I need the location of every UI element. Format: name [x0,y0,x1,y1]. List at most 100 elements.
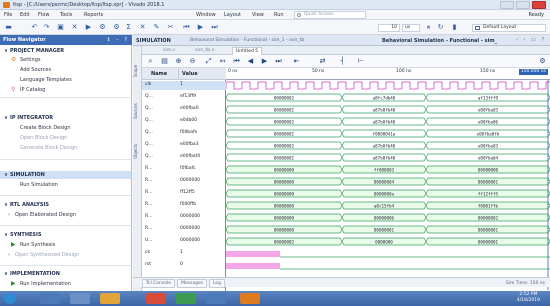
tab-scope[interactable]: Scope [133,56,142,86]
signal-row[interactable]: R... f000ffb [142,201,226,210]
marker-icon[interactable]: ┤ [338,57,347,66]
go-start-icon[interactable]: ⏮ [232,57,241,66]
section-ip-integrator[interactable]: ∨ IP INTEGRATOR [4,115,53,121]
menu-view[interactable]: View [252,12,264,18]
tab-sim-v[interactable]: sim.v [160,47,178,55]
section-synthesis[interactable]: ∨ SYNTHESIS [4,232,41,238]
nav-settings[interactable]: ⚙ Settings [11,57,41,64]
taskbar-app2-icon[interactable] [206,293,226,304]
redo-icon[interactable]: ↷ [42,23,51,32]
menu-window[interactable]: Window [196,12,216,18]
signal-row[interactable]: R... 0000000 [142,225,226,234]
tab-messages[interactable]: Messages [177,279,208,288]
signal-row[interactable]: Q... f00bafe [142,129,226,138]
pencil-icon[interactable]: ✎ [152,23,161,32]
nav-language-templates[interactable]: Language Templates [20,77,72,83]
nav-generate-block-design[interactable]: Generate Block Design [20,145,77,151]
cross-icon[interactable]: ✕ [138,23,147,32]
section-rtl-analysis[interactable]: ∨ RTL ANALYSIS [4,202,49,208]
menu-flow[interactable]: Flow [38,12,49,18]
tab-log[interactable]: Log [209,279,226,288]
signal-row[interactable]: clk 1 [142,81,226,90]
signal-row[interactable]: R... 0000000 [142,177,226,186]
tab-untitled-5[interactable]: Untitled 5 [232,47,263,55]
section-project-manager[interactable]: ∨ PROJECT MANAGER [4,48,64,54]
signal-row[interactable]: R... 0000000 [142,213,226,222]
snap-icon[interactable]: ⊢ [356,57,365,66]
nav-add-sources[interactable]: Add Sources [20,67,51,73]
menu-reports[interactable]: Reports [84,12,103,18]
restart-icon[interactable]: ⏮ [182,23,191,32]
signal-row[interactable]: Q... e00fbaf4 [142,153,226,162]
save-icon[interactable]: ▤ [160,57,169,66]
signal-row[interactable]: R... ff12ff5 [142,189,226,198]
tab-tcl-console[interactable]: Tcl Console [142,279,176,288]
taskbar-folder-icon[interactable] [100,293,120,304]
menu-edit[interactable]: Edit [20,12,30,18]
settings-icon[interactable]: ⚙ [538,57,547,66]
tab-objects[interactable]: Objects [133,134,142,168]
nav-open-elaborated-design[interactable]: › Open Elaborated Design [8,212,76,218]
nav-ip-catalog[interactable]: ⚲ IP Catalog [11,87,45,94]
quick-access-field[interactable]: Quick Access [294,11,366,19]
nav-run-synthesis[interactable]: ▶ Run Synthesis [11,242,55,249]
menu-tools[interactable]: Tools [60,12,72,18]
zoom-out-icon[interactable]: ⊖ [188,57,197,66]
next-edge-icon[interactable]: ▶ [260,57,269,66]
taskbar-explorer-icon[interactable] [40,293,60,304]
settings-icon[interactable]: ⚙ [112,23,121,32]
cursor-icon[interactable]: ↤ [218,57,227,66]
taskbar-app-icon[interactable] [176,293,196,304]
run-all-icon[interactable]: ▶ [196,23,205,32]
zoom-in-icon[interactable]: ⊕ [174,57,183,66]
swap-icon[interactable]: ⇄ [318,57,327,66]
taskbar-vivado-icon[interactable] [240,293,260,304]
taskbar-chrome-icon[interactable] [146,293,166,304]
prev-edge-icon[interactable]: ◀ [246,57,255,66]
nav-run-implementation[interactable]: ▶ Run Implementation [11,281,71,288]
relaunch-icon[interactable]: ↻ [436,23,445,32]
undo-icon[interactable]: ↶ [30,23,39,32]
run-time-field[interactable]: 10 [378,24,400,32]
waveform-area[interactable]: 0 ns 50 ns 100 ns 150 ns 150.000 ns 0000… [226,68,550,291]
signal-row[interactable]: R... f0fbafc [142,165,226,174]
search-icon[interactable]: ⌕ [146,57,155,66]
zoom-fit-icon[interactable]: ⤢ [204,57,213,66]
signal-row[interactable]: Q... e0db00 [142,117,226,126]
section-simulation[interactable]: ∨ SIMULATION [4,172,45,178]
maximize-button[interactable] [516,1,530,9]
signal-row[interactable]: Q... e00fba3 [142,141,226,150]
nav-run-simulation[interactable]: Run Simulation [20,182,58,188]
panel-controls-icon[interactable]: ‹ › ▭ ? [516,37,546,43]
break-icon[interactable]: ▮ [450,23,459,32]
run-time-unit-select[interactable]: us [402,24,420,32]
signal-row[interactable]: rst 0 [142,261,226,270]
nav-create-block-design[interactable]: Create Block Design [20,125,71,131]
sigma-icon[interactable]: Σ [124,23,133,32]
menu-run[interactable]: Run [274,12,284,18]
delete-icon[interactable]: ✕ [70,23,79,32]
tab-sources[interactable]: Sources [133,94,142,128]
nav-open-block-design[interactable]: Open Block Design [20,135,67,141]
minimize-button[interactable] [500,1,514,9]
copy-icon[interactable]: ▣ [56,23,65,32]
program-icon[interactable]: ⚙ [98,23,107,32]
cut-icon[interactable]: ✂ [166,23,175,32]
signal-row[interactable]: Q... ef13ff9 [142,93,226,102]
go-end-icon[interactable]: ⏭ [274,57,283,66]
close-button[interactable] [532,1,546,9]
tab-ovn-tb-v[interactable]: ovn_tb.v [192,47,217,55]
menu-file[interactable]: File [4,12,12,18]
start-button[interactable] [4,293,16,304]
open-folder-icon[interactable]: ▬ [4,23,13,32]
panel-controls-icon[interactable]: ⇕ – ? [106,35,129,45]
nav-open-synthesized-design[interactable]: › Open Synthesized Design [8,252,79,258]
menu-layout[interactable]: Layout [224,12,241,18]
run-for-icon[interactable]: ⏭ [210,23,219,32]
layout-select[interactable]: Default Layout [472,24,546,32]
signal-row[interactable]: ck 1 [142,249,226,258]
signal-row[interactable]: U... 0000000 [142,237,226,246]
section-implementation[interactable]: ∨ IMPLEMENTATION [4,271,60,277]
pause-icon[interactable]: ⏸ [424,23,433,32]
signal-row[interactable]: Q... e00fba0 [142,105,226,114]
